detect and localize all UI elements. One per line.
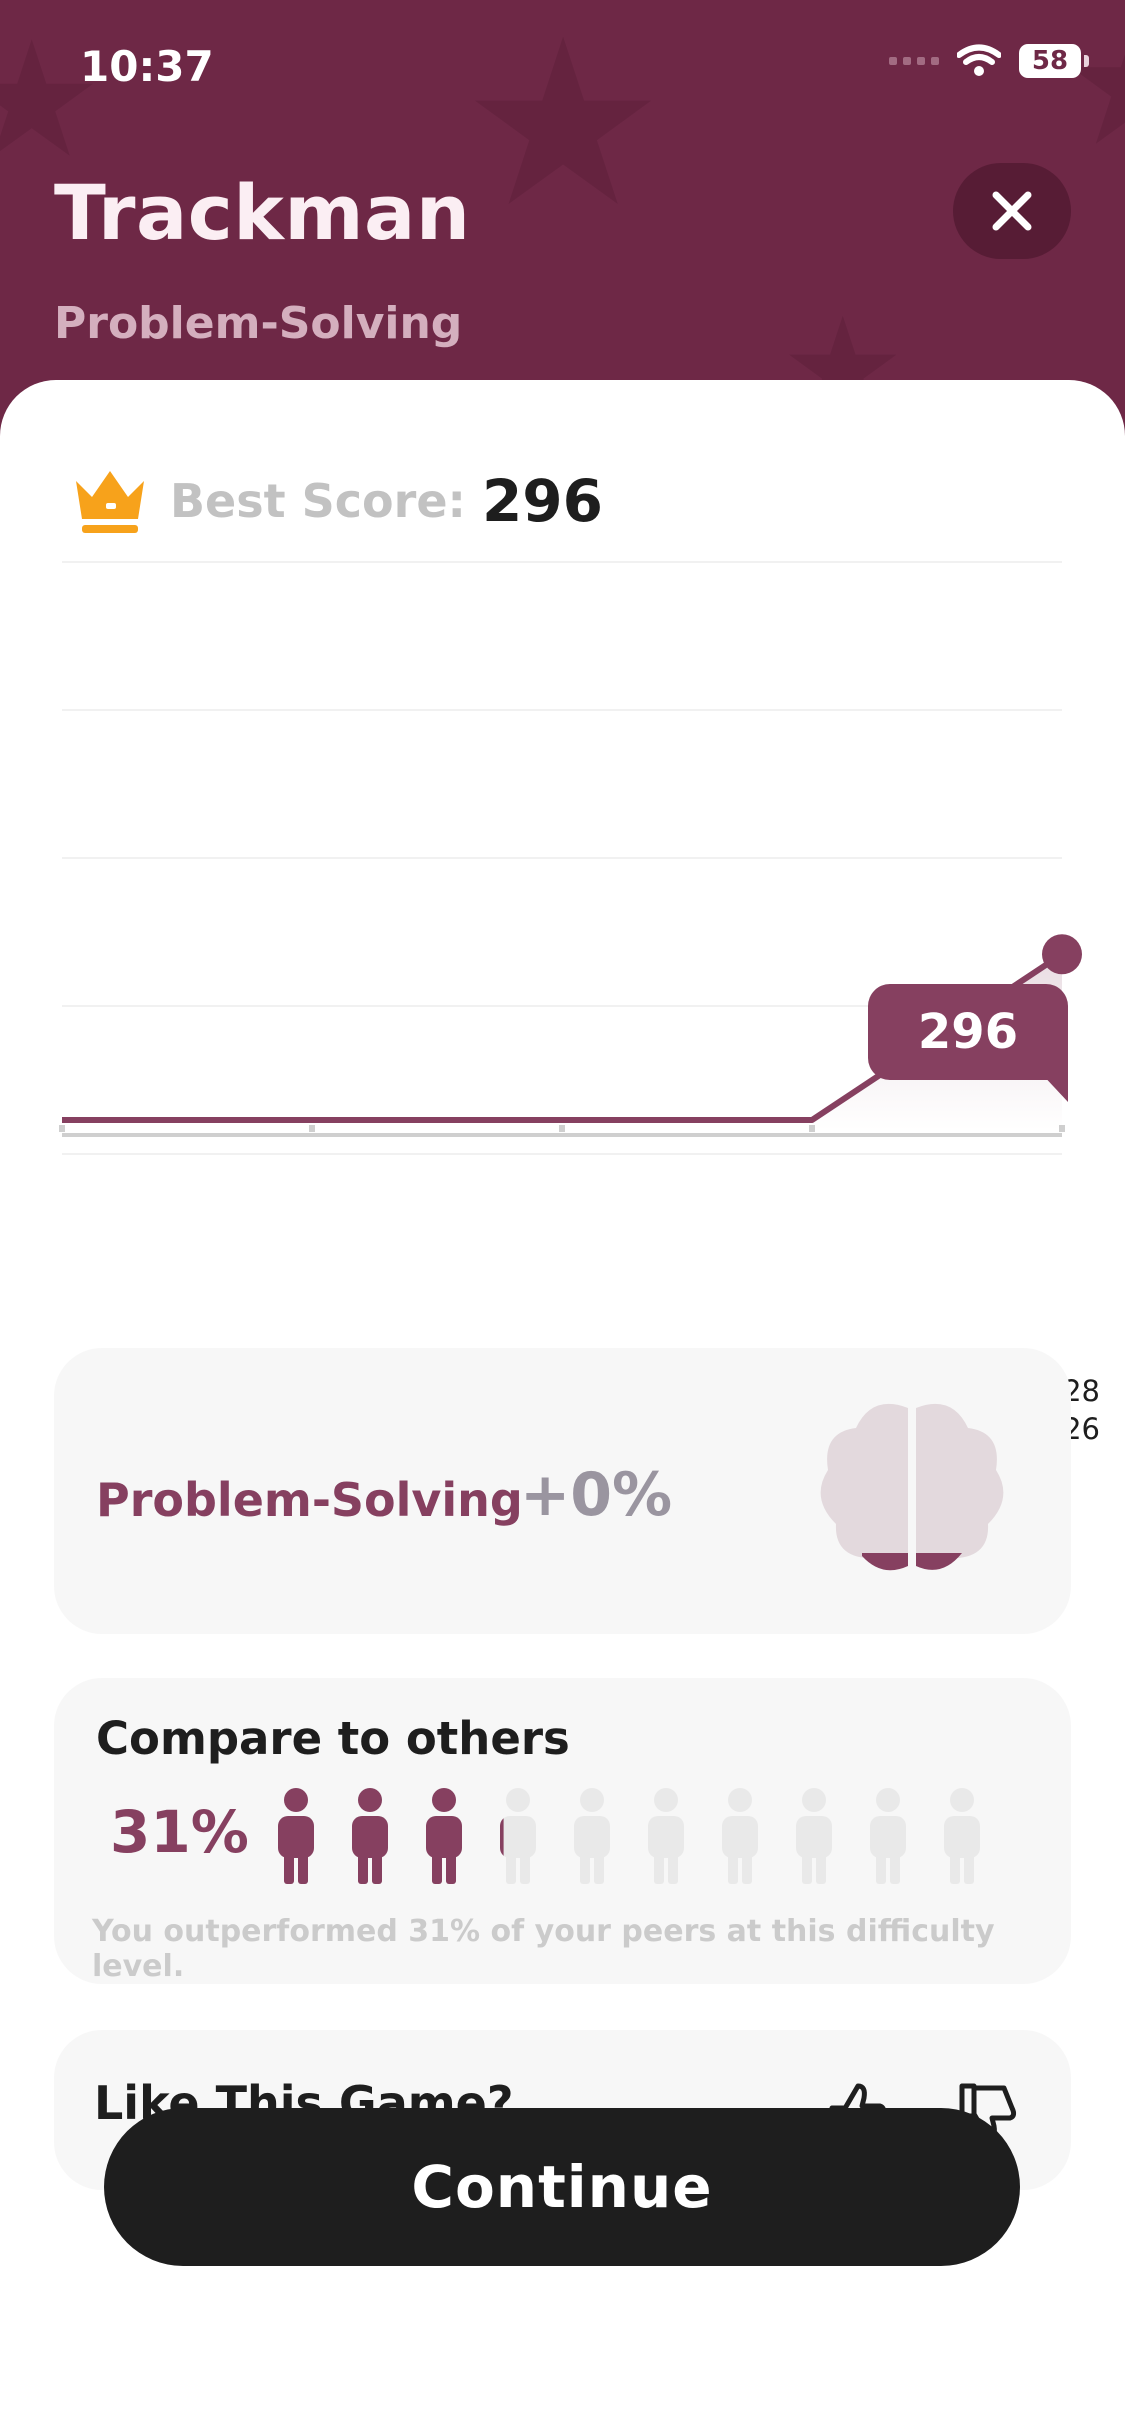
background-star-icon: ★ [1060, 0, 1125, 170]
battery-level: 58 [1031, 46, 1069, 76]
skill-name: Problem-Solving [96, 1473, 523, 1527]
compare-panel: Compare to others 31% You outperformed 3… [54, 1678, 1071, 1984]
crown-icon [76, 471, 144, 533]
continue-button[interactable]: Continue [104, 2108, 1020, 2266]
person-icon [278, 1788, 314, 1884]
best-score-value: 296 [481, 467, 604, 535]
wifi-icon [957, 44, 1001, 78]
header: ★ ★ ★ ★ 10:37 58 Trackman Problem-Solvin… [0, 0, 1125, 420]
skill-delta: +0% [520, 1460, 673, 1530]
best-score-label: Best Score: [170, 474, 466, 528]
data-point-latest [1042, 934, 1082, 975]
x-tick [309, 1125, 315, 1132]
compare-percent: 31% [110, 1798, 249, 1866]
tooltip-tail [1040, 1072, 1068, 1102]
background-star-icon: ★ [460, 0, 667, 258]
person-icon [648, 1788, 684, 1884]
person-icon [722, 1788, 758, 1884]
person-icon [352, 1788, 388, 1884]
brain-icon [820, 1403, 1004, 1571]
x-tick [59, 1125, 65, 1132]
best-score: Best Score: 296 [72, 465, 603, 537]
compare-title: Compare to others [96, 1712, 570, 1765]
chart-plot [59, 561, 1082, 1155]
battery-icon: 58 [1019, 44, 1089, 78]
status-time: 10:37 [80, 42, 214, 91]
close-icon [992, 191, 1032, 231]
person-icon [574, 1788, 610, 1884]
cellular-signal-icon [889, 57, 939, 65]
close-button[interactable] [953, 163, 1071, 259]
results-card: Best Score: 296 296 01.282026 Problem-So… [0, 380, 1125, 2436]
people-row [278, 1788, 980, 1884]
person-icon [426, 1788, 462, 1884]
page-subtitle: Problem-Solving [54, 298, 463, 349]
compare-note: You outperformed 31% of your peers at th… [92, 1914, 995, 1984]
score-tooltip: 296 [868, 984, 1068, 1080]
person-icon [796, 1788, 832, 1884]
person-icon [944, 1788, 980, 1884]
page-title: Trackman [54, 168, 471, 257]
status-icons: 58 [889, 44, 1089, 78]
x-tick [559, 1125, 565, 1132]
person-icon [500, 1788, 536, 1884]
skill-panel: Problem-Solving +0% [54, 1348, 1071, 1634]
peer-comparison-figures [278, 1786, 1018, 1886]
person-icon [870, 1788, 906, 1884]
